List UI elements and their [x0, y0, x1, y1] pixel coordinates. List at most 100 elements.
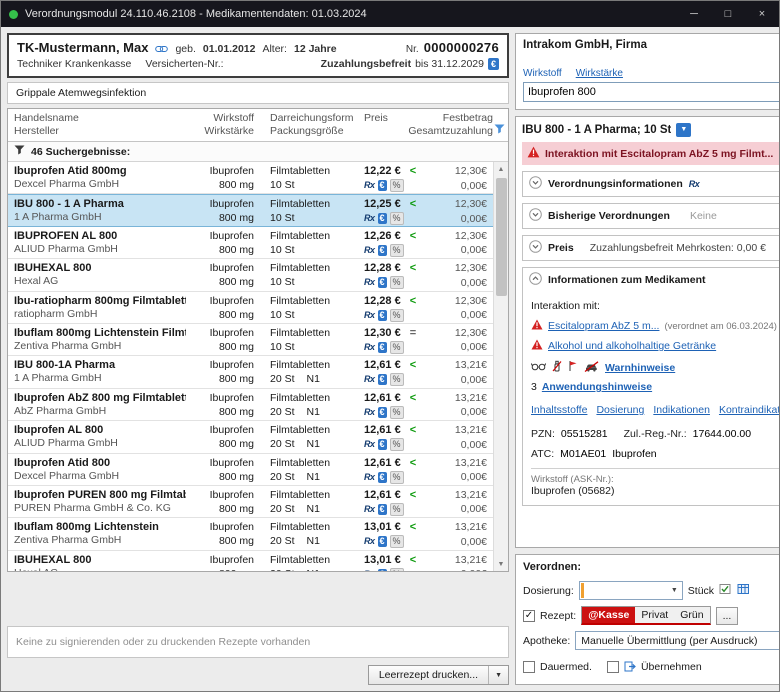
scrollbar-thumb[interactable]	[496, 178, 507, 296]
privat-button[interactable]: Privat	[635, 607, 674, 623]
rx-icon: Rx	[364, 569, 375, 571]
gruen-button[interactable]: Grün	[674, 607, 709, 623]
search-box[interactable]: ×	[523, 82, 779, 102]
drug-manufacturer: Hexal AG	[14, 567, 186, 571]
table-row[interactable]: Ibuprofen PUREN 800 mg Filmtablet... PUR…	[8, 486, 493, 518]
apotheke-value: Manuelle Übermittlung (per Ausdruck)	[581, 635, 757, 647]
table-row[interactable]: Ibuprofen Atid 800mg Dexcel Pharma GmbH …	[8, 162, 493, 194]
row-price-cell: 12,61 € < 13,21€ Rx € % 0,00€	[364, 488, 487, 517]
link-inhaltsstoffe[interactable]: Inhaltsstoffe	[531, 404, 587, 416]
atc-label: ATC:	[531, 448, 554, 460]
section-preis-header[interactable]: Preis Zuzahlungsbefreit Mehrkosten: 0,00…	[523, 236, 779, 260]
dosierung-dropdown[interactable]: ▼	[579, 581, 683, 600]
drug-strength: 800 mg	[186, 470, 254, 484]
row-price-cell: 12,30 € = 12,30€ Rx € % 0,00€	[364, 326, 487, 355]
section-preis: Preis Zuzahlungsbefreit Mehrkosten: 0,00…	[522, 235, 779, 261]
chevron-down-icon[interactable]	[529, 240, 542, 256]
scroll-up-icon[interactable]: ▲	[494, 162, 508, 176]
header-handelsname[interactable]: Handelsname Hersteller	[14, 112, 186, 138]
filter-icon[interactable]	[494, 124, 505, 137]
table-row[interactable]: IBUHEXAL 800 Hexal AG Ibuprofen 800 mg F…	[8, 259, 493, 291]
minimize-icon[interactable]: ─	[677, 1, 711, 27]
dauermed-checkbox[interactable]	[523, 661, 535, 673]
drug-name: Ibuprofen AL 800	[14, 423, 186, 437]
table-row[interactable]: IBUPROFEN AL 800 ALIUD Pharma GmbH Ibupr…	[8, 227, 493, 259]
drug-form: Filmtabletten	[270, 358, 364, 372]
rezept-type-group: @Kasse Privat Grün	[581, 606, 710, 625]
tab-wirkstaerke[interactable]: Wirkstärke	[576, 68, 623, 79]
patient-number-label: Nr.	[406, 44, 419, 55]
percent-icon: %	[390, 438, 404, 451]
warning-triangle-icon	[531, 319, 543, 333]
price-compare: <	[410, 456, 416, 470]
link-indikationen[interactable]: Indikationen	[653, 404, 710, 416]
tab-wirkstoff[interactable]: Wirkstoff	[523, 68, 562, 79]
section-verordnungsinfo-header[interactable]: Verordnungsinformationen Rx	[523, 172, 779, 196]
section-informationen-header[interactable]: Informationen zum Medikament	[523, 268, 779, 292]
table-row[interactable]: IBU 800-1A Pharma 1 A Pharma GmbH Ibupro…	[8, 356, 493, 388]
uebernehmen-checkbox[interactable]	[607, 661, 619, 673]
table-row[interactable]: IBU 800 - 1 A Pharma 1 A Pharma GmbH Ibu…	[8, 194, 493, 226]
copay-amount: 0,00€	[461, 406, 487, 418]
table-row[interactable]: Ibuprofen AL 800 ALIUD Pharma GmbH Ibupr…	[8, 421, 493, 453]
dropdown-arrow-icon[interactable]: ▼	[667, 587, 682, 594]
euro-icon: €	[378, 374, 387, 385]
drug-strength: 800 mg	[186, 340, 254, 354]
verordnen-actions-row: Dauermed. Übernehmen Verordnen	[523, 657, 779, 677]
results-count-label: 46 Suchergebnisse:	[31, 146, 130, 158]
window-controls: ─ □ ×	[677, 1, 779, 27]
drug-pack-size: 10 St	[270, 276, 295, 288]
chevron-down-icon[interactable]	[529, 208, 542, 224]
fixed-price: 12,30€	[455, 326, 487, 340]
copay-amount: 0,00€	[461, 568, 487, 571]
table-row[interactable]: Ibuflam 800mg Lichtenstein Filmtabl... Z…	[8, 324, 493, 356]
interaction-warning-bar[interactable]: Interaktion mit Escitalopram AbZ 5 mg Fi…	[522, 142, 779, 165]
quantity-check-icon[interactable]	[719, 583, 732, 598]
chevron-up-icon[interactable]	[529, 272, 542, 288]
link-icon[interactable]	[155, 44, 168, 56]
close-icon[interactable]: ×	[745, 1, 779, 27]
med-dropdown-icon[interactable]: ▼	[676, 123, 691, 137]
header-preis[interactable]: Preis Festbetrag Gesamtzuzahlung	[364, 112, 493, 138]
copay-amount: 0,00€	[461, 309, 487, 321]
row-substance-cell: Ibuprofen 800 mg	[186, 456, 264, 485]
drug-substance: Ibuprofen	[186, 358, 254, 372]
drug-pack-size: 20 St	[270, 471, 295, 483]
kasse-button[interactable]: @Kasse	[582, 607, 635, 623]
table-row[interactable]: Ibuprofen Atid 800 Dexcel Pharma GmbH Ib…	[8, 454, 493, 486]
print-dropdown-icon[interactable]: ▼	[489, 666, 508, 684]
header-darreichungsform[interactable]: Darreichungsform Packungsgröße	[264, 112, 364, 138]
table-scrollbar[interactable]: ▲ ▼	[493, 162, 508, 571]
warnhinweise-link[interactable]: Warnhinweise	[605, 362, 675, 374]
rezept-checkbox[interactable]: ✓	[523, 610, 535, 622]
copay-amount: 0,00€	[461, 503, 487, 515]
scroll-down-icon[interactable]: ▼	[494, 557, 508, 571]
link-dosierung[interactable]: Dosierung	[596, 404, 644, 416]
table-row[interactable]: Ibuflam 800mg Lichtenstein Zentiva Pharm…	[8, 518, 493, 550]
price-compare: <	[410, 488, 416, 502]
print-blank-recipe-button[interactable]: Leerrezept drucken... ▼	[368, 665, 509, 685]
table-row[interactable]: Ibuprofen AbZ 800 mg Filmtabletten AbZ P…	[8, 389, 493, 421]
rx-icon: Rx	[364, 213, 375, 224]
link-kontraindikationen[interactable]: Kontraindikationen	[719, 404, 779, 416]
table-row[interactable]: IBUHEXAL 800 Hexal AG Ibuprofen 800 mg F…	[8, 551, 493, 571]
package-grid-icon[interactable]	[737, 583, 750, 598]
chevron-down-icon[interactable]	[529, 176, 542, 192]
section-bisherige-header[interactable]: Bisherige Verordnungen Keine	[523, 204, 779, 228]
wirkstoff-value: Ibuprofen (05682)	[531, 485, 614, 497]
interaction-drug-link[interactable]: Escitalopram AbZ 5 m...	[548, 320, 659, 332]
anwendungshinweise-link[interactable]: Anwendungshinweise	[542, 381, 652, 393]
table-row[interactable]: Ibu-ratiopharm 800mg Filmtabletten ratio…	[8, 292, 493, 324]
apotheke-dropdown[interactable]: Manuelle Übermittlung (per Ausdruck) ▼	[575, 631, 779, 650]
alcohol-link[interactable]: Alkohol und alkoholhaltige Getränke	[548, 340, 716, 352]
pzn-value: 05515281	[561, 428, 608, 440]
drug-manufacturer: PUREN Pharma GmbH & Co. KG	[14, 502, 186, 515]
table-header[interactable]: Handelsname Hersteller Wirkstoff Wirkstä…	[8, 109, 508, 142]
drug-pack-size: 10 St	[270, 212, 295, 224]
drug-price: 12,28 €	[364, 261, 401, 275]
header-wirkstoff[interactable]: Wirkstoff Wirkstärke	[186, 112, 264, 138]
search-input[interactable]	[528, 86, 779, 98]
maximize-icon[interactable]: □	[711, 1, 745, 27]
anwendungshinweise-row: 3 Anwendungshinweise	[531, 381, 779, 393]
more-options-button[interactable]: ...	[716, 607, 739, 625]
